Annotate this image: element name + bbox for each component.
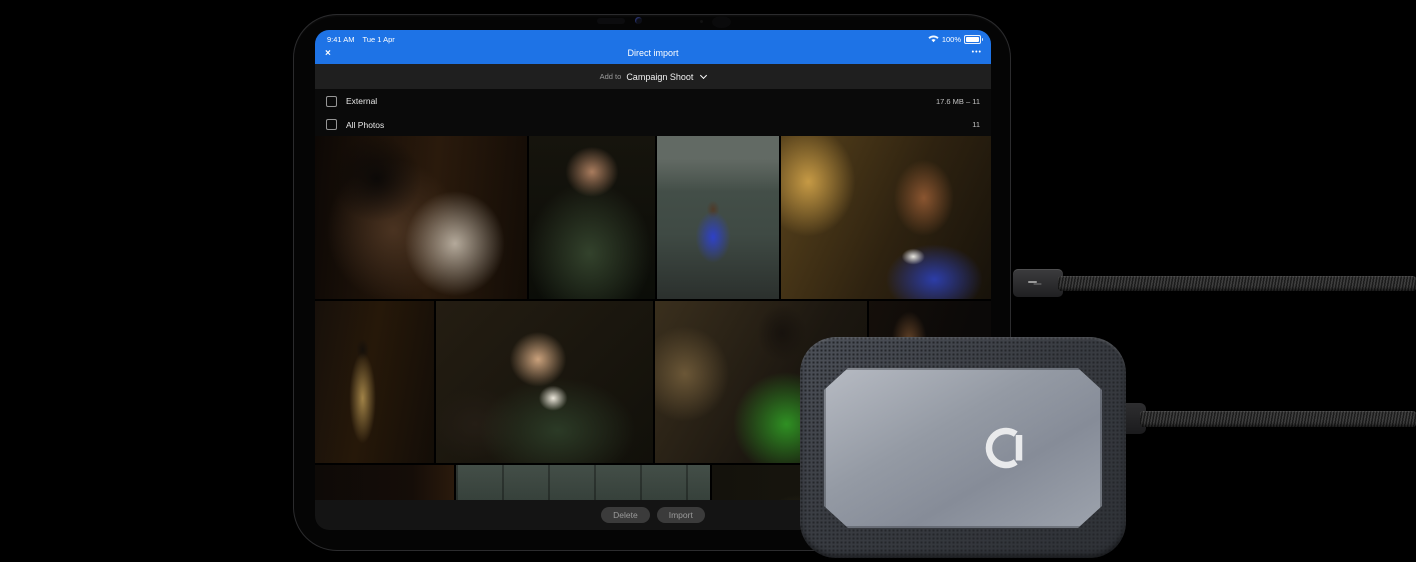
import-button[interactable]: Import bbox=[656, 506, 705, 524]
photo-thumbnail[interactable] bbox=[456, 465, 710, 500]
source-row-all-photos[interactable]: All Photos 11 bbox=[315, 113, 991, 136]
braided-cable-tablet bbox=[1058, 276, 1416, 291]
usb-c-plug-tablet bbox=[1013, 269, 1063, 297]
grid-row-1 bbox=[315, 136, 991, 299]
wifi-icon bbox=[928, 35, 939, 43]
external-checkbox[interactable] bbox=[326, 95, 337, 107]
g-technology-logo bbox=[982, 424, 1030, 472]
photo-thumbnail[interactable] bbox=[315, 465, 454, 500]
front-camera-pill bbox=[597, 18, 625, 24]
source-list: External 17.6 MB – 11 All Photos 11 bbox=[315, 89, 991, 136]
status-date: Tue 1 Apr bbox=[362, 34, 395, 44]
photo-thumbnail[interactable] bbox=[529, 136, 655, 299]
source-meta: 11 bbox=[972, 120, 980, 129]
source-meta: 17.6 MB – 11 bbox=[935, 96, 980, 106]
photo-thumbnail[interactable] bbox=[315, 301, 434, 463]
delete-button[interactable]: Delete bbox=[601, 506, 650, 524]
all-photos-checkbox[interactable] bbox=[326, 119, 337, 130]
page-title: Direct import bbox=[627, 48, 679, 58]
more-options-icon[interactable]: ••• bbox=[972, 45, 982, 61]
add-to-label: Add to bbox=[599, 72, 622, 81]
chevron-down-icon bbox=[700, 71, 708, 80]
battery-icon bbox=[964, 34, 983, 44]
braided-cable-drive bbox=[1140, 411, 1416, 427]
status-indicators: 100% bbox=[928, 34, 983, 44]
add-to-bar[interactable]: Add to Campaign Shoot bbox=[315, 64, 991, 89]
plug-logo-icon bbox=[1028, 281, 1037, 283]
front-camera-module bbox=[712, 16, 731, 28]
app-header: 9:41 AM Tue 1 Apr 100% × Direct import •… bbox=[315, 30, 991, 64]
external-drive bbox=[800, 337, 1126, 558]
status-bar: 9:41 AM Tue 1 Apr 100% bbox=[315, 30, 991, 46]
photo-thumbnail[interactable] bbox=[315, 136, 527, 299]
photo-thumbnail[interactable] bbox=[436, 301, 653, 463]
add-to-album-value[interactable]: Campaign Shoot bbox=[626, 72, 693, 82]
photo-thumbnail[interactable] bbox=[781, 136, 991, 299]
battery-percent: 100% bbox=[941, 34, 961, 44]
nav-bar: × Direct import ••• bbox=[315, 46, 991, 64]
drive-faceplate bbox=[824, 368, 1102, 528]
status-time: 9:41 AM bbox=[327, 34, 355, 44]
photo-thumbnail[interactable] bbox=[657, 136, 779, 299]
source-label: All Photos bbox=[346, 119, 385, 130]
source-label: External bbox=[346, 96, 378, 106]
front-camera-lens-icon bbox=[635, 17, 642, 24]
source-row-external[interactable]: External 17.6 MB – 11 bbox=[315, 89, 991, 113]
status-time-date: 9:41 AM Tue 1 Apr bbox=[327, 35, 395, 44]
canvas: { "screen": { "status_bar": { "time": "9… bbox=[0, 0, 1416, 562]
ambient-sensor-dot bbox=[700, 20, 703, 23]
